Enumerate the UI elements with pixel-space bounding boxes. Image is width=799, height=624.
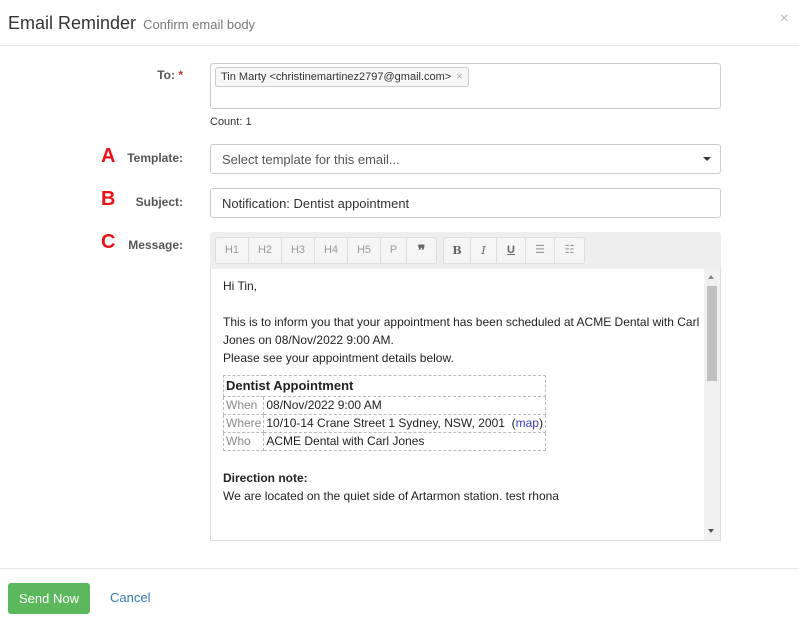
numbered-list-icon[interactable]: ☷ (555, 238, 584, 263)
scroll-up-icon[interactable] (708, 275, 714, 279)
h5-button[interactable]: H5 (348, 238, 381, 263)
scroll-thumb[interactable] (707, 286, 717, 381)
message-content[interactable]: Hi Tin, This is to inform you that your … (222, 277, 703, 505)
subject-label: Subject: (135, 195, 183, 209)
style-group: B I U ☰ ☷ (443, 237, 585, 264)
scroll-down-icon[interactable] (708, 529, 714, 533)
who-label: Who (222, 432, 265, 451)
h2-button[interactable]: H2 (249, 238, 282, 263)
subject-input[interactable]: Notification: Dentist appointment (210, 188, 721, 218)
appointment-title: Dentist Appointment (223, 375, 546, 397)
recipient-count: Count: 1 (210, 116, 252, 128)
where-label: Where (222, 414, 265, 433)
required-mark: * (178, 68, 183, 82)
message-label: Message: (128, 238, 183, 252)
greeting: Hi Tin, (223, 279, 258, 293)
where-value: 10/10-14 Crane Street 1 Sydney, NSW, 200… (266, 416, 505, 430)
template-select[interactable]: Select template for this email... (210, 144, 721, 174)
bullet-list-icon[interactable]: ☰ (526, 238, 555, 263)
to-label: To: * (157, 68, 183, 82)
cancel-link[interactable]: Cancel (110, 590, 150, 605)
h4-button[interactable]: H4 (315, 238, 348, 263)
when-label: When (222, 396, 265, 415)
format-group: H1 H2 H3 H4 H5 P ❞ (215, 237, 437, 264)
quote-icon[interactable]: ❞ (407, 238, 436, 263)
appointment-table: Dentist Appointment When 08/Nov/2022 9:00… (222, 375, 546, 451)
when-value: 08/Nov/2022 9:00 AM (263, 396, 546, 415)
template-placeholder: Select template for this email... (222, 152, 400, 167)
paragraph-button[interactable]: P (381, 238, 407, 263)
template-label: Template: (127, 151, 183, 165)
annotation-c: C (101, 231, 116, 253)
to-label-text: To: (157, 68, 175, 82)
remove-recipient-icon[interactable]: × (456, 71, 462, 83)
direction-note: We are located on the quiet side of Arta… (223, 489, 559, 503)
message-editor[interactable]: Hi Tin, This is to inform you that your … (210, 269, 721, 541)
modal-title: Email Reminder Confirm email body (8, 13, 255, 34)
italic-button[interactable]: I (471, 238, 497, 263)
modal-header: Email Reminder Confirm email body × (0, 0, 799, 46)
map-link[interactable]: map (516, 416, 539, 430)
send-now-button[interactable]: Send Now (8, 583, 90, 614)
editor-scrollbar[interactable] (704, 269, 720, 540)
editor-toolbar: H1 H2 H3 H4 H5 P ❞ B I U ☰ ☷ (210, 232, 721, 269)
annotation-b: B (101, 188, 116, 210)
to-input[interactable]: Tin Marty <christinemartinez2797@gmail.c… (210, 63, 721, 109)
recipient-tag: Tin Marty <christinemartinez2797@gmail.c… (215, 67, 469, 87)
annotation-a: A (101, 145, 116, 167)
underline-button[interactable]: U (497, 238, 526, 263)
details-paragraph: Please see your appointment details belo… (223, 351, 454, 365)
recipient-text: Tin Marty <christinemartinez2797@gmail.c… (221, 71, 452, 83)
who-value: ACME Dental with Carl Jones (263, 432, 546, 451)
title-text: Email Reminder (8, 13, 137, 33)
footer-divider (0, 568, 799, 569)
h1-button[interactable]: H1 (216, 238, 249, 263)
chevron-down-icon (703, 157, 711, 161)
bold-button[interactable]: B (444, 238, 471, 263)
intro-paragraph: This is to inform you that your appointm… (223, 315, 700, 347)
modal-subtitle: Confirm email body (143, 17, 256, 32)
close-icon[interactable]: × (780, 10, 789, 28)
h3-button[interactable]: H3 (282, 238, 315, 263)
where-cell: 10/10-14 Crane Street 1 Sydney, NSW, 200… (263, 414, 546, 433)
direction-title: Direction note: (223, 471, 308, 485)
